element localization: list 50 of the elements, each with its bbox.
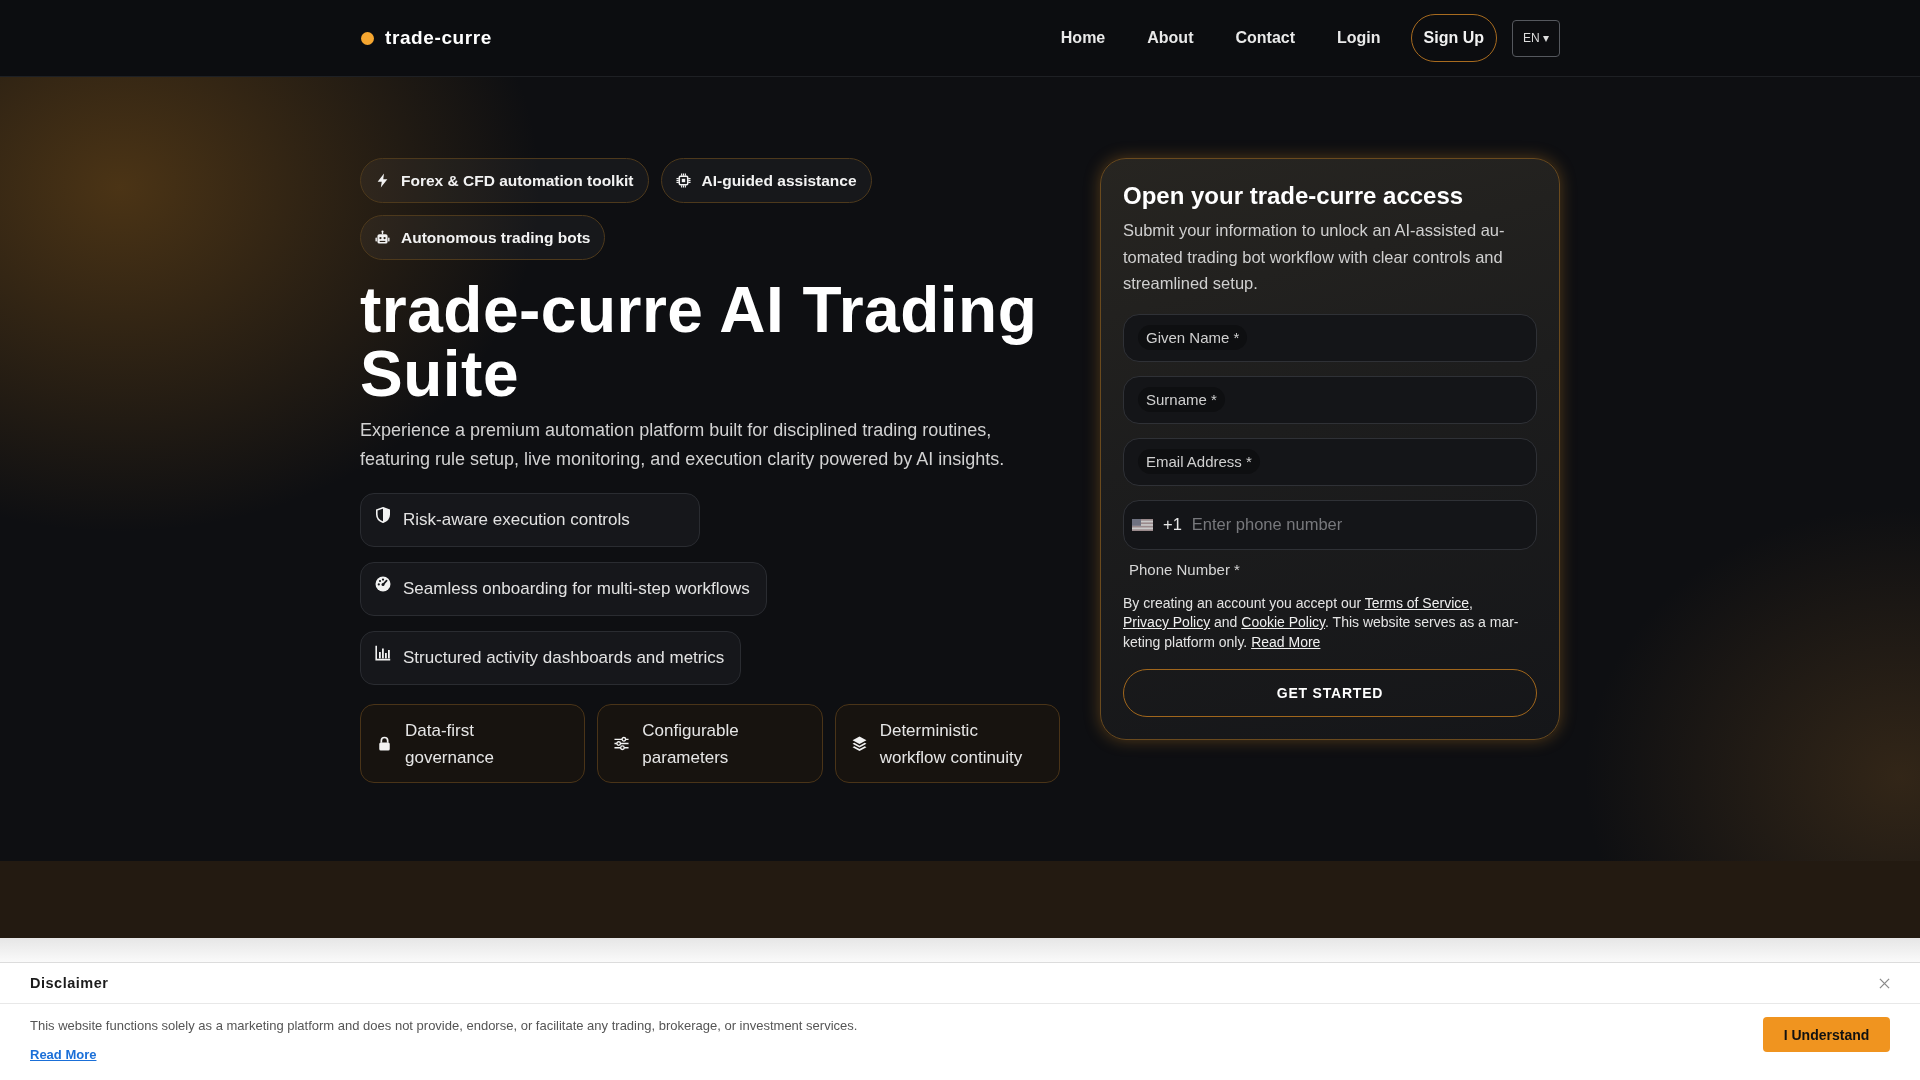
phone-number-input[interactable]: Enter phone number [1191, 515, 1528, 534]
form-title: Open your trade-curre access [1123, 181, 1465, 211]
tag-label: Forex & CFD automation toolkit [401, 171, 634, 190]
input-field[interactable]: Email Address * [1123, 437, 1537, 486]
lightning-bolt-icon [375, 173, 390, 188]
form-description: Submit your information to unlock an AI-assisted au-tomated trading bot workflow with clear controls and streamlined setup. [1123, 220, 1506, 294]
tag-label: AI-guided assistance [701, 171, 857, 190]
close-icon[interactable] [1879, 977, 1890, 989]
understand-button[interactable]: I Understand [1763, 1017, 1890, 1052]
text-link[interactable]: Cookie Policy [1241, 614, 1326, 630]
tag-label: Autonomous trading bots [401, 228, 591, 247]
consent-text: By creating an account you accept our Terms of Service, Privacy Policy and Cookie Policy. This website serves as a mar-keting platform only. Read More [1123, 593, 1520, 652]
hero-title: trade-curre AI Trading Suite [360, 278, 1039, 406]
input-field[interactable]: Given Name * [1123, 313, 1537, 362]
robot-icon [375, 230, 390, 245]
disclaimer-title: Disclaimer [30, 975, 109, 991]
field-label: Given Name * [1138, 325, 1248, 350]
gauge-icon [375, 576, 391, 592]
field-label: Email Address * [1138, 449, 1260, 474]
layers-icon [851, 736, 867, 751]
logo-text[interactable]: trade-curre [385, 27, 492, 49]
flag-icon [1132, 518, 1153, 531]
feature-text: Structured activity dashboards and metrics [403, 647, 725, 669]
nav-link[interactable]: Contact [1235, 29, 1295, 47]
field-label: Surname * [1138, 387, 1225, 412]
language-selector[interactable]: EN ▾ [1512, 19, 1560, 57]
nav-link[interactable]: About [1147, 29, 1194, 47]
nav-link[interactable]: Home [1060, 29, 1106, 47]
hero-description: Experience a premium automation platform built for disciplined trading routines, featuring rule setup, live monitoring, and execution clarity powered by AI insights. [360, 419, 1006, 471]
shield-icon [375, 507, 391, 523]
chip-icon [675, 173, 691, 188]
text-link[interactable]: Privacy Policy [1123, 614, 1211, 630]
highlight-text: Data-first governance [405, 719, 495, 769]
sliders-icon [614, 736, 630, 751]
disclaimer-text: This website functions solely as a marketing platform and does not provide, endorse, or facilitate any trading, brokerage, or investment services. [30, 1017, 858, 1035]
field-label: Phone Number * [1129, 559, 1241, 580]
text-link[interactable]: Read More [1251, 633, 1321, 650]
bar-chart-icon [375, 645, 391, 661]
feature-text: Seamless onboarding for multi-step workflows [403, 578, 750, 600]
lock-icon [377, 736, 392, 751]
text-link[interactable]: Terms of Service [1364, 594, 1470, 611]
phone-field[interactable]: +1 Enter phone number [1123, 499, 1537, 550]
country-code: +1 [1163, 515, 1182, 534]
read-more-link[interactable]: Read More [30, 1045, 97, 1065]
highlight-text: Deterministic workflow continuity [879, 719, 1024, 769]
feature-text: Risk-aware execution controls [403, 509, 630, 531]
logo-dot-icon [361, 31, 374, 45]
highlight-text: Configurable parameters [642, 719, 740, 769]
input-field[interactable]: Surname * [1123, 375, 1537, 424]
nav-link[interactable]: Login [1337, 29, 1381, 47]
